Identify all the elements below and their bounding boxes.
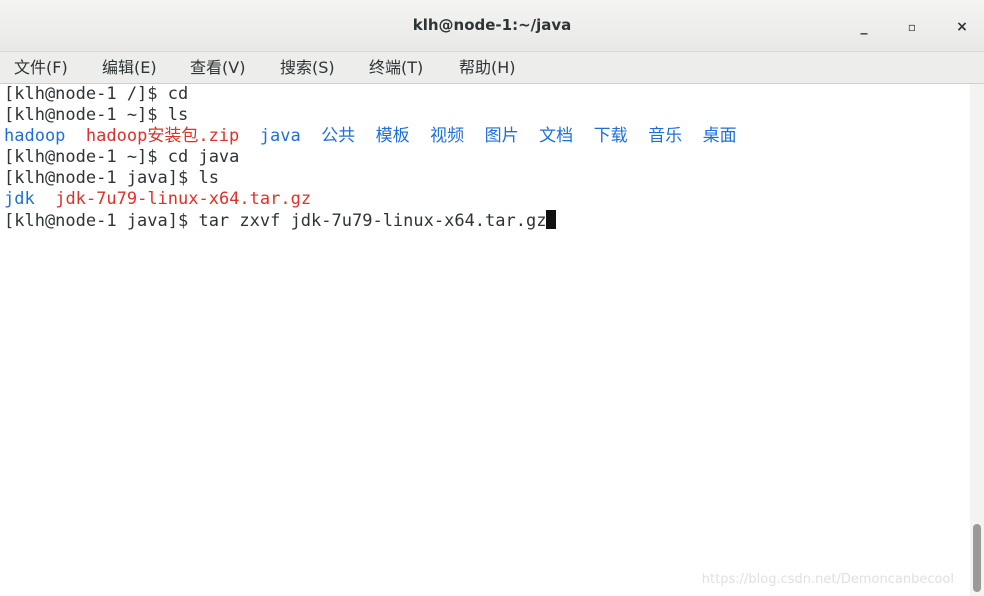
ls-entry-directory: 桌面 xyxy=(702,126,737,146)
ls-entry-directory: 音乐 xyxy=(648,126,683,146)
menu-bar: 文件(F) 编辑(E) 查看(V) 搜索(S) 终端(T) 帮助(H) xyxy=(0,52,984,84)
terminal-line: [klh@node-1 java]$ tar zxvf jdk-7u79-lin… xyxy=(4,210,557,231)
ls-entry-directory: 下载 xyxy=(593,126,628,146)
terminal-line: [klh@node-1 ~]$ cd java xyxy=(4,147,239,168)
menu-edit[interactable]: 编辑(E) xyxy=(102,57,157,79)
maximize-button[interactable]: ▫ xyxy=(900,15,924,39)
ls-entry-directory: 公共 xyxy=(321,126,356,146)
ls-entry-archive: hadoop安装包.zip xyxy=(85,126,240,146)
ls-entry-archive: jdk-7u79-linux-x64.tar.gz xyxy=(55,189,312,209)
scrollbar[interactable] xyxy=(970,84,984,596)
menu-help[interactable]: 帮助(H) xyxy=(459,57,516,79)
close-button[interactable]: × xyxy=(950,15,974,39)
ls-entry-directory: 模板 xyxy=(375,126,410,146)
ls-output-line: jdk jdk-7u79-linux-x64.tar.gz xyxy=(4,189,311,210)
ls-entry-directory: 图片 xyxy=(484,126,519,146)
terminal-output[interactable]: [klh@node-1 /]$ cd [klh@node-1 ~]$ ls ha… xyxy=(0,84,970,596)
terminal-text: [klh@node-1 /]$ cd xyxy=(4,84,189,104)
terminal-text: [klh@node-1 ~]$ ls xyxy=(4,105,189,125)
title-bar[interactable]: klh@node-1:~/java _ ▫ × xyxy=(0,0,984,52)
ls-entry-directory: jdk xyxy=(4,189,35,209)
menu-terminal[interactable]: 终端(T) xyxy=(369,57,423,79)
terminal-line: [klh@node-1 /]$ cd xyxy=(4,84,188,105)
ls-entry-directory: hadoop xyxy=(4,126,66,146)
ls-entry-directory: java xyxy=(259,126,301,146)
terminal-window: klh@node-1:~/java _ ▫ × 文件(F) 编辑(E) 查看(V… xyxy=(0,0,984,596)
terminal-line: [klh@node-1 java]$ ls xyxy=(4,168,219,189)
watermark: https://blog.csdn.net/Demoncanbecool xyxy=(701,572,954,587)
menu-view[interactable]: 查看(V) xyxy=(190,57,245,79)
minimize-button[interactable]: _ xyxy=(852,15,876,39)
terminal-text: [klh@node-1 java]$ ls xyxy=(4,168,219,188)
terminal-text: [klh@node-1 java]$ tar zxvf jdk-7u79-lin… xyxy=(4,211,547,231)
menu-search[interactable]: 搜索(S) xyxy=(280,57,335,79)
ls-output-line: hadoop hadoop安装包.zip java 公共 模板 视频 图片 文档… xyxy=(4,126,737,147)
window-title: klh@node-1:~/java xyxy=(412,16,572,34)
terminal-text: [klh@node-1 ~]$ cd java xyxy=(4,147,240,167)
terminal-line: [klh@node-1 ~]$ ls xyxy=(4,105,188,126)
text-cursor xyxy=(546,210,557,229)
menu-file[interactable]: 文件(F) xyxy=(14,57,68,79)
ls-entry-directory: 文档 xyxy=(539,126,574,146)
scrollbar-thumb[interactable] xyxy=(973,524,981,592)
ls-entry-directory: 视频 xyxy=(430,126,465,146)
